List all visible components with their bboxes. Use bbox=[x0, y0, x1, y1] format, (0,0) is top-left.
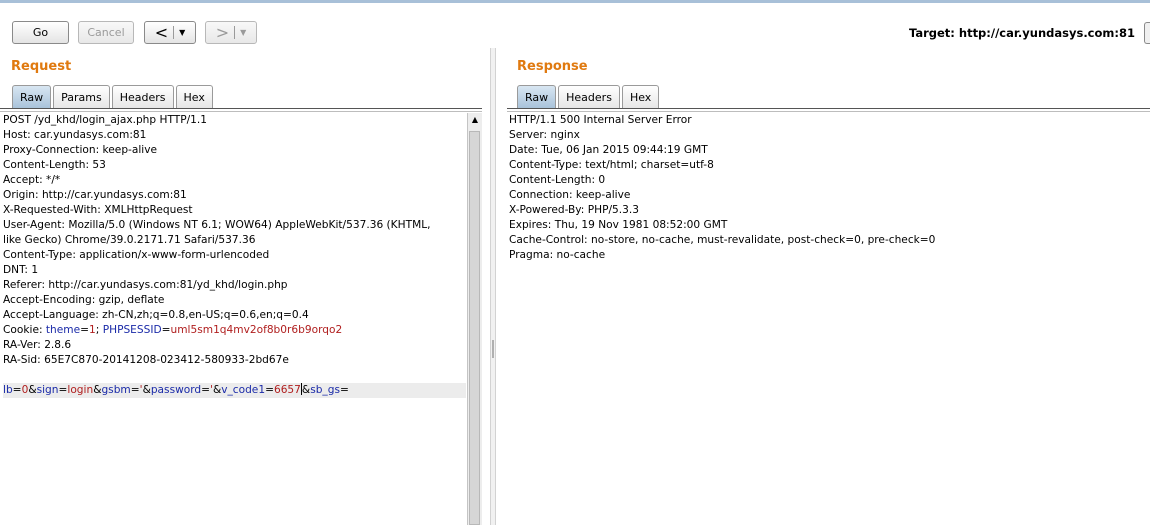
cookie-line: Cookie: theme=1; PHPSESSID=uml5sm1q4mv2o… bbox=[3, 323, 466, 338]
window-top-border bbox=[0, 0, 1150, 3]
response-line: Connection: keep-alive bbox=[509, 189, 631, 201]
param-name: sign bbox=[36, 384, 59, 396]
param-value: uml5sm1q4mv2of8b0r6b9orqo2 bbox=[170, 324, 343, 336]
request-scrollbar[interactable]: ▲ bbox=[467, 113, 482, 525]
response-line: Expires: Thu, 19 Nov 1981 08:52:00 GMT bbox=[509, 219, 728, 231]
cookie-separator: ; bbox=[95, 324, 103, 336]
request-tabs: Raw Params Headers Hex bbox=[12, 85, 215, 109]
response-line: Date: Tue, 06 Jan 2015 09:44:19 GMT bbox=[509, 144, 708, 156]
request-line: User-Agent: Mozilla/5.0 (Windows NT 6.1;… bbox=[3, 219, 431, 231]
request-line: RA-Ver: 2.8.6 bbox=[3, 339, 72, 351]
request-line: Referer: http://car.yundasys.com:81/yd_k… bbox=[3, 279, 288, 291]
request-line: Host: car.yundasys.com:81 bbox=[3, 129, 147, 141]
tab-response-headers[interactable]: Headers bbox=[558, 85, 620, 108]
response-line: Cache-Control: no-store, no-cache, must-… bbox=[509, 234, 936, 246]
request-line: Content-Length: 53 bbox=[3, 159, 106, 171]
response-line: Server: nginx bbox=[509, 129, 580, 141]
forward-arrow-icon: > bbox=[215, 22, 230, 42]
amp-separator: & bbox=[142, 384, 151, 396]
cancel-button[interactable]: Cancel bbox=[78, 21, 134, 44]
response-line: Pragma: no-cache bbox=[509, 249, 606, 261]
request-title: Request bbox=[11, 59, 72, 74]
scroll-up-arrow-icon[interactable]: ▲ bbox=[470, 115, 480, 127]
param-name: gsbm bbox=[101, 384, 131, 396]
response-line: Content-Length: 0 bbox=[509, 174, 606, 186]
amp-separator: & bbox=[301, 384, 311, 396]
equals-sign: = bbox=[161, 324, 171, 336]
cookie-prefix: Cookie: bbox=[3, 324, 46, 336]
pane-splitter[interactable] bbox=[490, 48, 496, 525]
equals-sign: = bbox=[12, 384, 22, 396]
param-name: lb bbox=[3, 384, 13, 396]
equals-sign: = bbox=[80, 324, 90, 336]
request-line: DNT: 1 bbox=[3, 264, 39, 276]
request-tab-divider bbox=[0, 108, 482, 112]
splitter-grip-icon[interactable] bbox=[492, 340, 494, 358]
tab-response-raw[interactable]: Raw bbox=[517, 85, 557, 108]
response-title: Response bbox=[517, 59, 588, 74]
request-line: RA-Sid: 65E7C870-20141208-023412-580933-… bbox=[3, 354, 289, 366]
button-divider bbox=[234, 26, 236, 39]
param-name: v_code1 bbox=[221, 384, 266, 396]
response-editor[interactable]: HTTP/1.1 500 Internal Server Error Serve… bbox=[509, 113, 1139, 263]
tab-response-hex[interactable]: Hex bbox=[621, 85, 660, 108]
param-value: 1 bbox=[89, 324, 96, 336]
target-label: Target: http://car.yundasys.com:81 bbox=[908, 26, 1135, 40]
request-line: Origin: http://car.yundasys.com:81 bbox=[3, 189, 187, 201]
param-value: login bbox=[67, 384, 94, 396]
target-edit-button[interactable] bbox=[1144, 22, 1150, 44]
request-line: Accept: */* bbox=[3, 174, 61, 186]
request-line: Accept-Encoding: gzip, deflate bbox=[3, 294, 165, 306]
equals-sign: = bbox=[339, 384, 349, 396]
forward-button[interactable]: > ▼ bbox=[205, 21, 257, 44]
go-button-label: Go bbox=[32, 26, 49, 39]
amp-separator: & bbox=[212, 384, 222, 396]
response-line: Content-Type: text/html; charset=utf-8 bbox=[509, 159, 714, 171]
request-line: Accept-Language: zh-CN,zh;q=0.8,en-US;q=… bbox=[3, 309, 309, 321]
tab-request-hex[interactable]: Hex bbox=[175, 85, 213, 108]
param-name: PHPSESSID bbox=[102, 324, 162, 336]
param-value: 6657 bbox=[273, 384, 301, 396]
response-line: X-Powered-By: PHP/5.3.3 bbox=[509, 204, 640, 216]
response-tabs: Raw Headers Hex bbox=[517, 85, 661, 109]
equals-sign: = bbox=[201, 384, 211, 396]
request-line: Content-Type: application/x-www-form-url… bbox=[3, 249, 270, 261]
request-editor[interactable]: POST /yd_khd/login_ajax.php HTTP/1.1 Hos… bbox=[3, 113, 466, 398]
back-history-dropdown-icon[interactable]: ▼ bbox=[179, 28, 185, 37]
request-line: X-Requested-With: XMLHttpRequest bbox=[3, 204, 193, 216]
go-button[interactable]: Go bbox=[12, 21, 69, 44]
amp-separator: & bbox=[28, 384, 37, 396]
request-line: Proxy-Connection: keep-alive bbox=[3, 144, 158, 156]
response-tab-divider bbox=[507, 108, 1150, 112]
back-arrow-icon: < bbox=[154, 22, 169, 42]
button-divider bbox=[173, 26, 175, 39]
request-line: like Gecko) Chrome/39.0.2171.71 Safari/5… bbox=[3, 234, 256, 246]
equals-sign: = bbox=[130, 384, 140, 396]
equals-sign: = bbox=[265, 384, 274, 396]
param-name: theme bbox=[45, 324, 81, 336]
param-name: password bbox=[150, 384, 202, 396]
forward-history-dropdown-icon[interactable]: ▼ bbox=[240, 28, 246, 37]
response-line: HTTP/1.1 500 Internal Server Error bbox=[509, 114, 692, 126]
tab-request-headers[interactable]: Headers bbox=[111, 85, 174, 108]
request-line: POST /yd_khd/login_ajax.php HTTP/1.1 bbox=[3, 114, 208, 126]
tab-request-params[interactable]: Params bbox=[53, 85, 110, 108]
param-name: sb_gs bbox=[310, 384, 340, 396]
tab-request-raw[interactable]: Raw bbox=[12, 85, 52, 108]
scroll-thumb[interactable] bbox=[469, 131, 480, 525]
body-line: lb=0&sign=login&gsbm='&password='&v_code… bbox=[3, 383, 466, 398]
back-button[interactable]: < ▼ bbox=[144, 21, 196, 44]
cancel-button-label: Cancel bbox=[87, 26, 125, 39]
